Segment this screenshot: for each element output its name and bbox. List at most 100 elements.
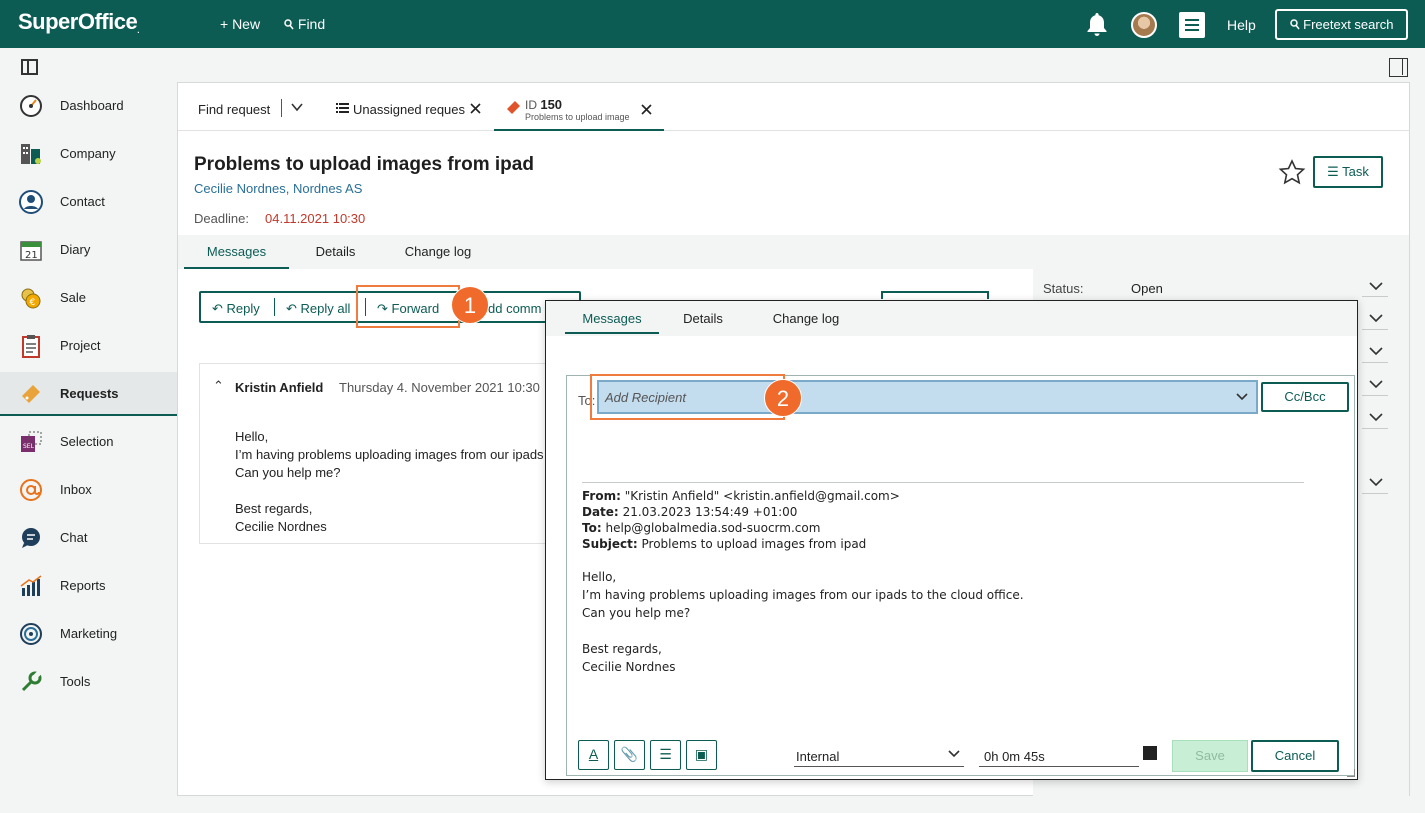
avatar[interactable] — [1131, 12, 1157, 38]
tab-change-log[interactable]: Change log — [393, 235, 483, 269]
text-format-icon[interactable]: A — [578, 740, 609, 770]
time-spent-field[interactable]: 0h 0m 45s — [979, 744, 1139, 767]
tab-details[interactable]: Details — [676, 301, 730, 334]
star-icon[interactable] — [1278, 159, 1306, 185]
close-icon[interactable] — [641, 104, 652, 115]
chevron-down-icon[interactable] — [1236, 393, 1248, 401]
coins-icon: € — [21, 288, 41, 309]
sidebar-item-selection[interactable]: SEL Selection — [0, 420, 177, 464]
cc-bcc-button[interactable]: Cc/Bcc — [1261, 382, 1349, 412]
stop-timer-icon[interactable] — [1143, 746, 1157, 760]
recipient-highlight — [590, 374, 785, 420]
reply-all-button[interactable]: ↶ Reply all — [286, 301, 350, 317]
visibility-select[interactable]: Internal — [794, 744, 964, 767]
chat-icon — [22, 528, 40, 548]
message-editor[interactable]: Hello, I’m having problems uploading ima… — [582, 568, 1024, 676]
reply-icon: ↶ — [212, 301, 223, 316]
sidebar-toggle-icon[interactable] — [21, 59, 38, 75]
divider — [1362, 395, 1388, 396]
search-icon — [1289, 19, 1300, 30]
forward-header: From: "Kristin Anfield" <kristin.anfield… — [582, 489, 900, 551]
message-body: Hello, I’m having problems uploading ima… — [235, 429, 545, 534]
sidebar-item-dashboard[interactable]: Dashboard — [0, 84, 177, 128]
chevron-down-icon[interactable] — [1369, 282, 1383, 292]
sidebar-item-company[interactable]: Company — [0, 132, 177, 176]
divider — [1362, 329, 1388, 330]
bell-icon[interactable] — [1084, 11, 1110, 37]
superoffice-logo[interactable]: SuperOffice. — [18, 9, 139, 35]
tab-divider — [281, 99, 282, 117]
compose-area: To: Add Recipient Cc/Bcc From: "Kristin … — [566, 375, 1355, 776]
sidebar-item-tools[interactable]: Tools — [0, 660, 177, 704]
message-sender: Kristin Anfield — [235, 380, 324, 395]
chevron-down-icon[interactable] — [1369, 347, 1383, 357]
svg-text:€: € — [30, 298, 36, 308]
tab-messages[interactable]: Messages — [565, 301, 659, 334]
list-icon: ☰ — [1327, 164, 1339, 179]
right-panel-toggle-icon[interactable] — [1389, 58, 1408, 77]
close-icon[interactable] — [470, 103, 481, 114]
tab-strip: Find request Unassigned reques ID 150 Pr… — [178, 83, 1409, 131]
sidebar-item-diary[interactable]: 21 Diary — [0, 228, 177, 272]
add-comment-button[interactable]: dd comm — [488, 301, 541, 316]
clipboard-icon — [22, 335, 40, 358]
chevron-down-icon[interactable] — [1369, 314, 1383, 324]
reply-all-icon: ↶ — [286, 301, 297, 316]
dialog-tabs: Messages Details Change log — [546, 301, 1357, 336]
tab-messages[interactable]: Messages — [184, 235, 289, 269]
ticket-icon — [507, 101, 520, 114]
reply-button[interactable]: ↶ Reply — [212, 301, 260, 317]
wrench-icon — [21, 670, 42, 692]
tab-change-log[interactable]: Change log — [766, 301, 846, 334]
divider — [1362, 296, 1388, 297]
sidebar-item-project[interactable]: Project — [0, 324, 177, 368]
new-button[interactable]: + New — [220, 16, 260, 32]
chevron-down-icon[interactable] — [1369, 380, 1383, 390]
resize-handle[interactable] — [1347, 769, 1355, 777]
expand-icon[interactable]: ▣ — [686, 740, 717, 770]
bar-chart-icon — [20, 575, 42, 596]
message-date: Thursday 4. November 2021 10:30 — [339, 380, 540, 395]
contact-link[interactable]: Cecilie Nordnes, Nordnes AS — [194, 181, 362, 196]
freetext-search-button[interactable]: Freetext search — [1275, 9, 1408, 40]
sidebar-item-contact[interactable]: Contact — [0, 180, 177, 224]
sidebar-item-sale[interactable]: € Sale — [0, 276, 177, 320]
tab-unassigned-requests[interactable]: Unassigned reques — [336, 83, 486, 131]
sidebar-item-inbox[interactable]: Inbox — [0, 468, 177, 512]
attachment-icon[interactable]: 📎 — [614, 740, 645, 770]
svg-text:SEL: SEL — [23, 443, 35, 450]
save-button[interactable]: Save — [1172, 740, 1248, 772]
divider — [274, 298, 275, 316]
sidebar-item-reports[interactable]: Reports — [0, 564, 177, 608]
sidebar-item-chat[interactable]: Chat — [0, 516, 177, 560]
chevron-down-icon[interactable] — [1369, 478, 1383, 488]
task-button[interactable]: ☰ Task — [1313, 156, 1383, 188]
step-badge-1: 1 — [451, 286, 489, 324]
chevron-up-icon[interactable]: ⌃ — [213, 378, 224, 394]
template-icon[interactable]: ☰ — [650, 740, 681, 770]
tab-details[interactable]: Details — [303, 235, 368, 269]
request-tabs: Messages Details Change log — [178, 235, 1409, 269]
sidebar-item-requests[interactable]: Requests — [0, 372, 177, 416]
divider — [1362, 428, 1388, 429]
building-icon — [21, 144, 41, 164]
ticket-icon — [22, 385, 40, 403]
chevron-down-icon[interactable] — [291, 103, 303, 112]
gauge-icon — [20, 95, 42, 117]
divider — [1362, 493, 1388, 494]
find-button[interactable]: Find — [284, 16, 325, 32]
divider — [582, 482, 1304, 483]
search-icon — [284, 19, 294, 30]
status-value[interactable]: Open — [1131, 281, 1163, 296]
deadline-value: 04.11.2021 10:30 — [265, 211, 366, 226]
sidebar-item-marketing[interactable]: Marketing — [0, 612, 177, 656]
sidebar: Dashboard Company Contact 21 Diary € Sal… — [0, 48, 177, 813]
menu-icon[interactable] — [1179, 12, 1205, 38]
help-link[interactable]: Help — [1227, 17, 1256, 33]
svg-text:21: 21 — [25, 250, 38, 261]
message-card: ⌃ Kristin Anfield Thursday 4. November 2… — [199, 363, 548, 544]
tab-request-150[interactable]: ID 150 Problems to upload image — [494, 83, 664, 131]
chevron-down-icon[interactable] — [1369, 413, 1383, 423]
list-icon — [336, 103, 349, 113]
cancel-button[interactable]: Cancel — [1251, 740, 1339, 772]
